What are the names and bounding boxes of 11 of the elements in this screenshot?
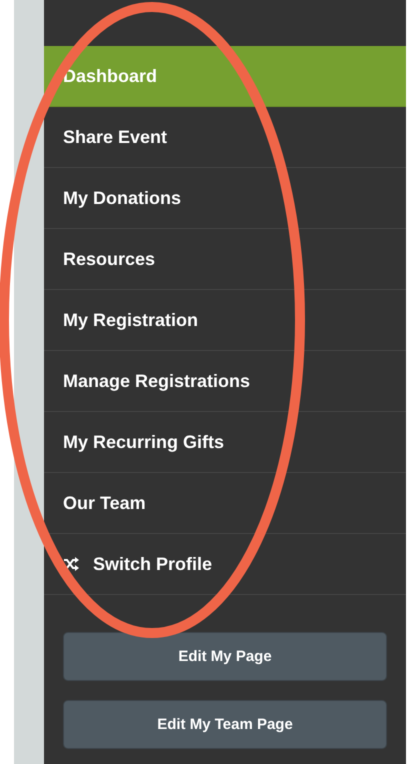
edit-button[interactable]: Edit My Team Page [63,700,387,749]
menu-item[interactable]: Manage Registrations [44,351,406,412]
menu-item[interactable]: Our Team [44,473,406,534]
menu-item[interactable]: Share Event [44,107,406,168]
menu-item[interactable]: Switch Profile [44,534,406,595]
menu-item[interactable]: My Recurring Gifts [44,412,406,473]
menu-item[interactable]: My Registration [44,290,406,351]
edit-button[interactable]: Edit My Page [63,632,387,681]
shuffle-icon [63,557,79,571]
menu-item[interactable]: My Donations [44,168,406,229]
menu-item[interactable]: Resources [44,229,406,290]
